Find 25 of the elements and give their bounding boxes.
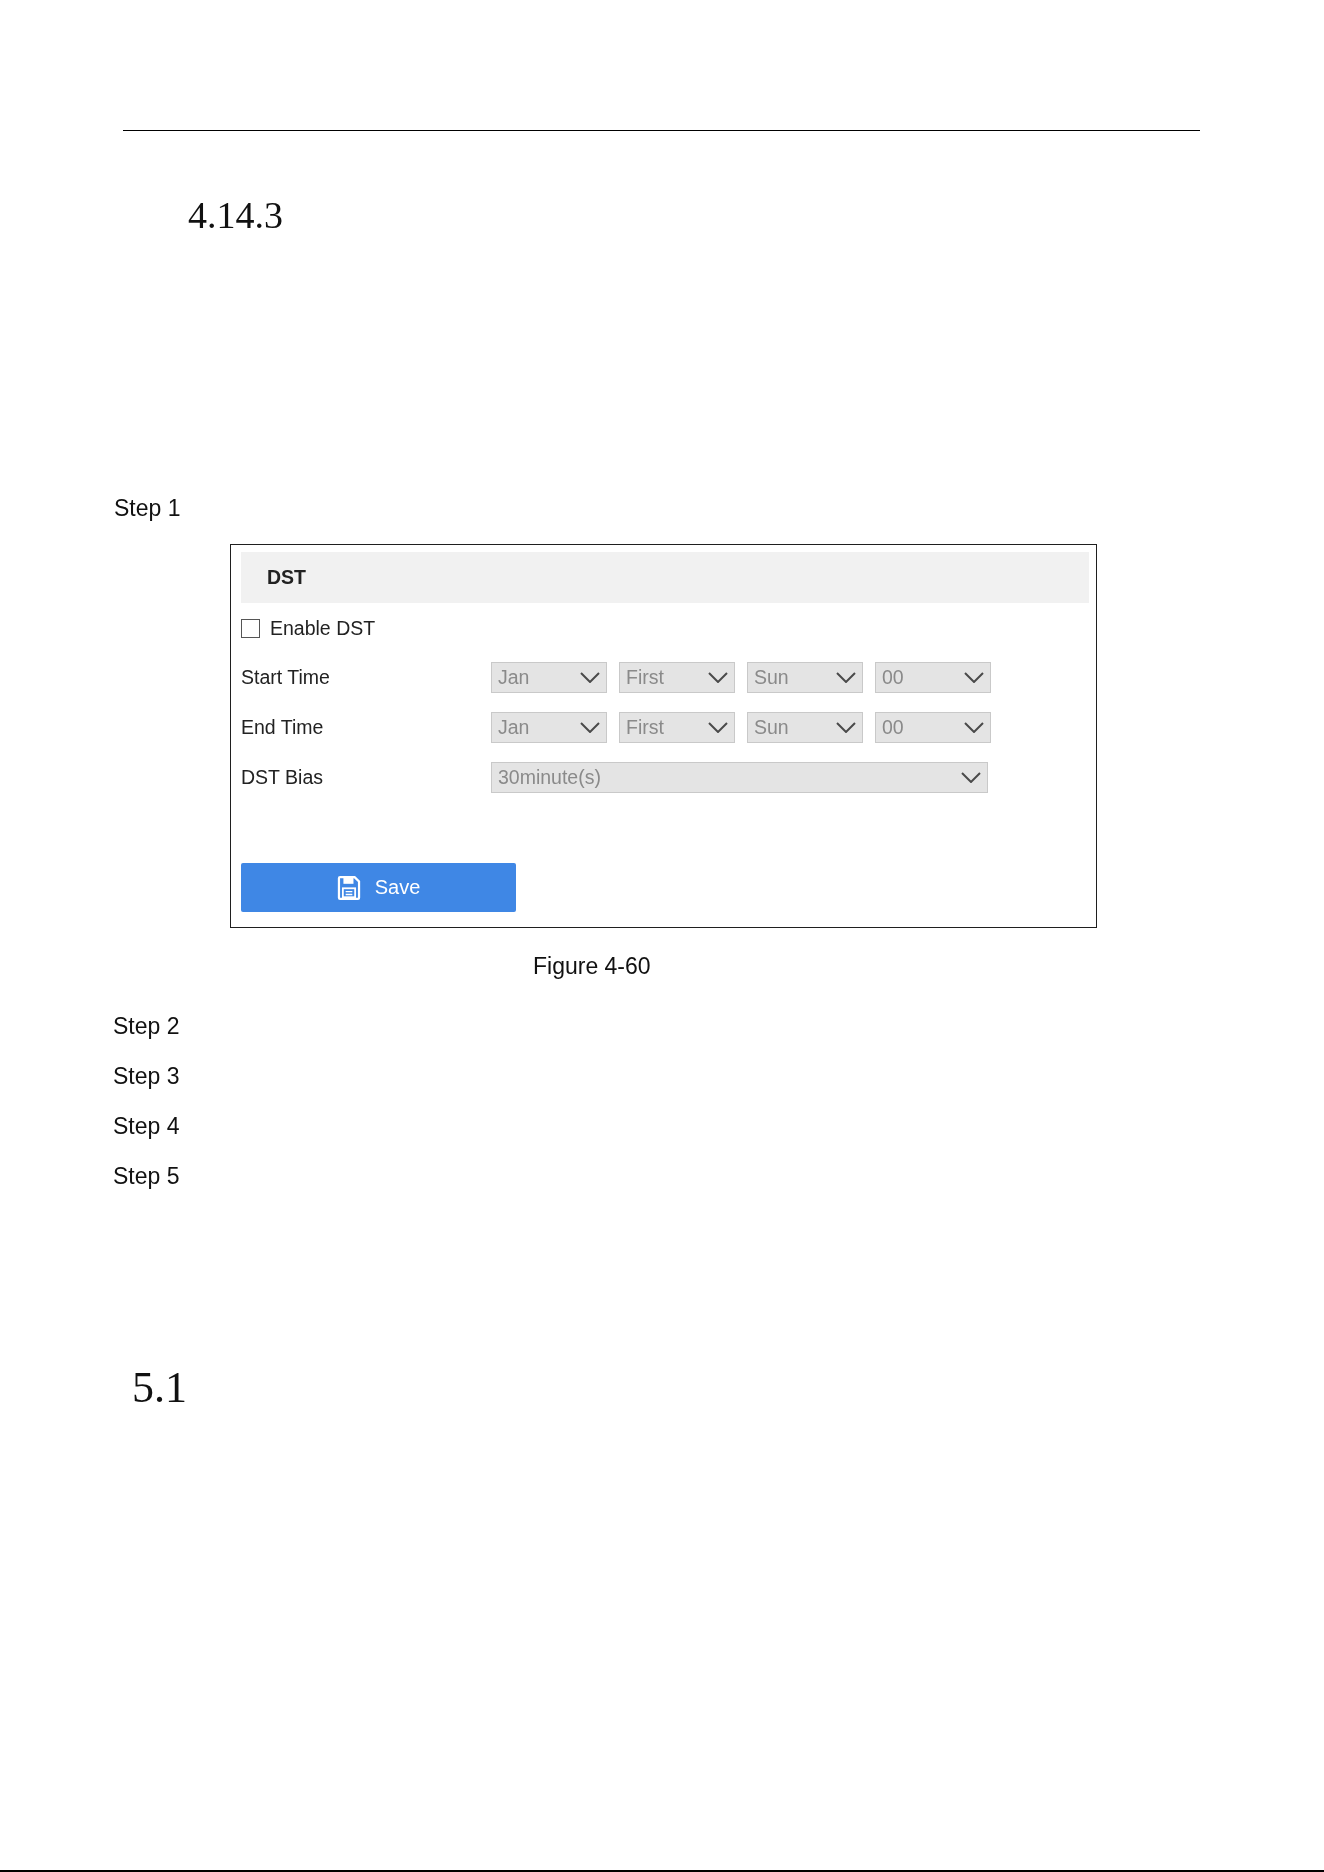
figure-caption: Figure 4-60 [533, 955, 651, 978]
chevron-down-icon [964, 722, 984, 733]
step-label: Step 1 [114, 497, 181, 520]
chevron-down-icon [961, 772, 981, 783]
save-icon [336, 875, 361, 900]
field-label: DST Bias [241, 766, 324, 789]
chevron-down-icon [708, 722, 728, 733]
save-button[interactable]: Save [241, 863, 516, 912]
step-label: Step 5 [113, 1165, 180, 1188]
chevron-down-icon [836, 722, 856, 733]
checkbox-label: Enable DST [270, 616, 376, 640]
section-heading: 4.14.3 [188, 196, 283, 234]
chevron-down-icon [580, 672, 600, 683]
field-label: End Time [241, 716, 325, 739]
chevron-down-icon [964, 672, 984, 683]
step-label: Step 3 [113, 1065, 180, 1088]
chevron-down-icon [580, 722, 600, 733]
field-label: Start Time [241, 666, 331, 689]
step-label: Step 4 [113, 1115, 180, 1138]
section-heading: 5.1 [132, 1366, 187, 1410]
checkbox[interactable] [241, 618, 260, 638]
panel-title: DST [267, 566, 306, 589]
step-label: Step 2 [113, 1015, 180, 1038]
chevron-down-icon [708, 672, 728, 683]
chevron-down-icon [836, 672, 856, 683]
